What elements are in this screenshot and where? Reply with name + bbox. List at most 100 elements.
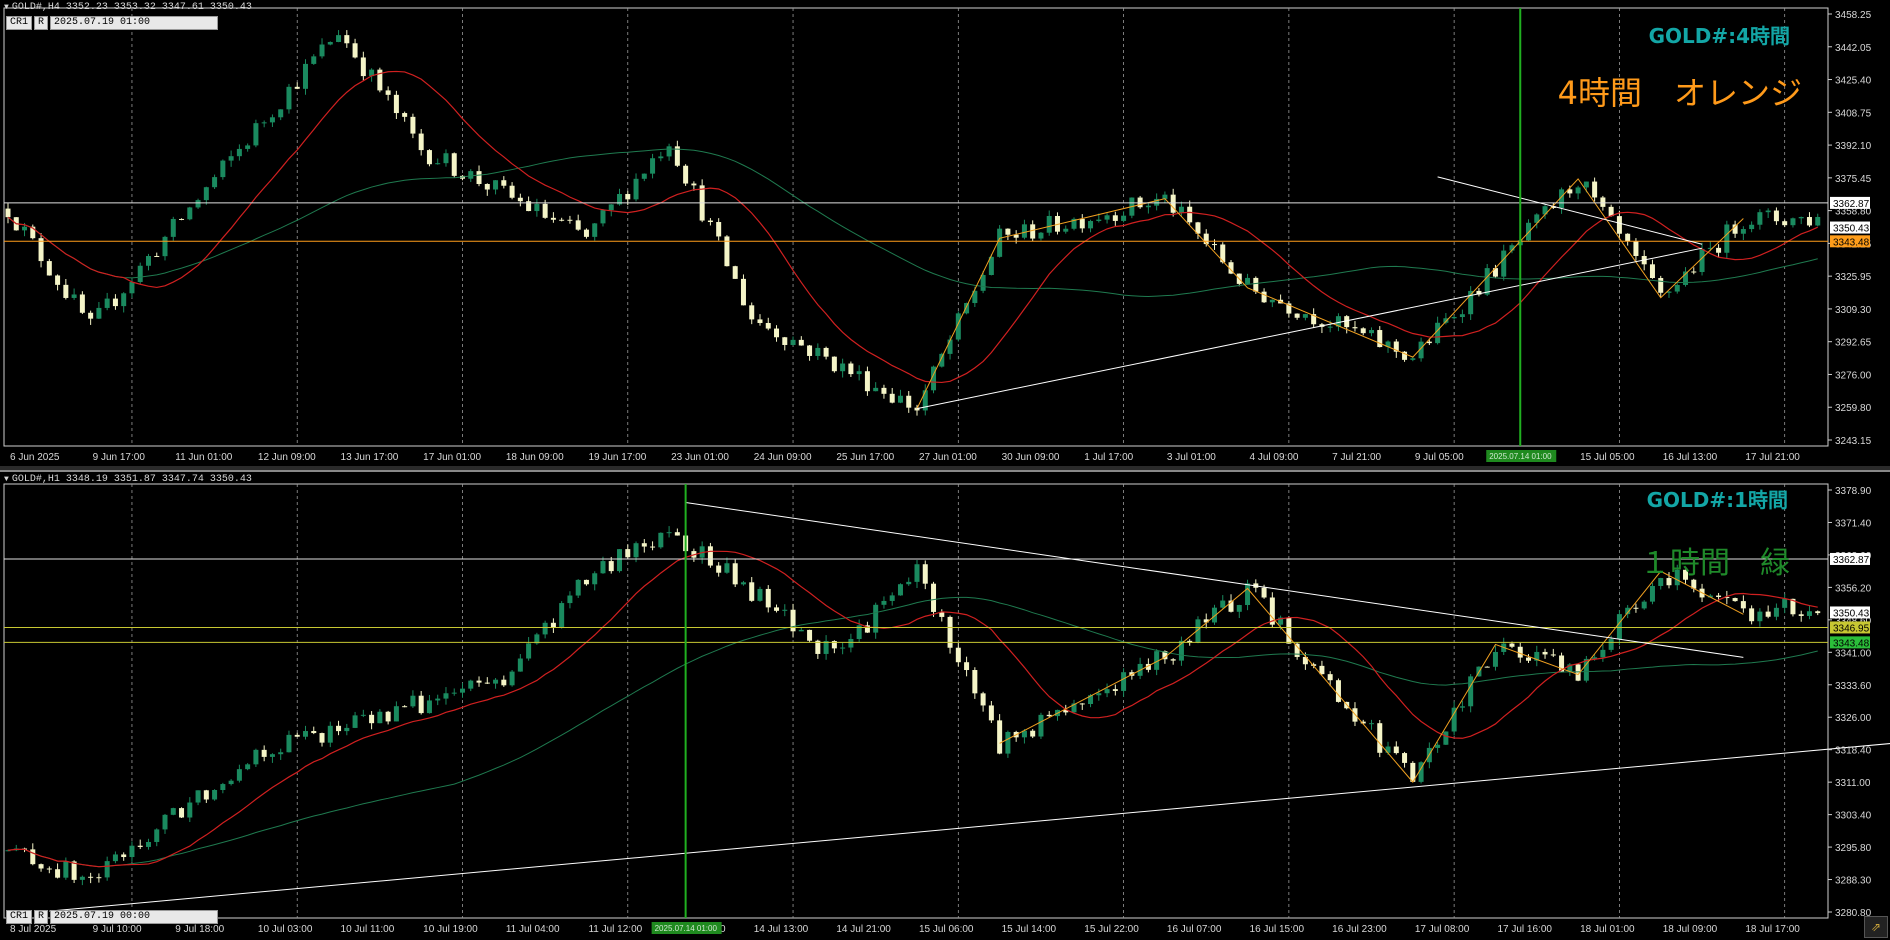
h1-time-label: 10 Jul 19:00 [423, 924, 478, 935]
h1-ma-fast-line [7, 550, 1818, 868]
h1-candle [774, 607, 780, 611]
h1-candle [1294, 643, 1300, 657]
h4-price-label: 3392.10 [1835, 141, 1872, 152]
h4-candle [641, 173, 647, 179]
h1-candle [145, 841, 151, 847]
h4-candle [840, 363, 846, 372]
h1-time-label: 8 Jul 2025 [10, 924, 57, 935]
h1-candle [344, 727, 350, 732]
h4-candle [848, 363, 854, 375]
h4-time-label: 17 Jun 01:00 [423, 452, 481, 463]
h4-candle [1145, 205, 1151, 208]
h1-candle [1765, 611, 1771, 617]
h4-time-label: 15 Jul 05:00 [1580, 452, 1635, 463]
h1-candle [79, 876, 85, 880]
h1-candle [1261, 587, 1267, 598]
h4-candle [1269, 299, 1275, 303]
h4-time-label: 11 Jun 01:00 [175, 452, 233, 463]
h1-candle [1806, 611, 1812, 616]
h1-candle [567, 595, 573, 604]
h4-price-label: 3243.15 [1835, 436, 1872, 447]
h1-candle [112, 854, 118, 862]
h4-candle [782, 337, 788, 345]
h1-header-text: GOLD#,H1 3348.19 3351.87 3347.74 3350.43 [11, 474, 252, 485]
h1-candle [352, 715, 358, 728]
h4-candle [1798, 217, 1804, 219]
h4-candle [1749, 224, 1755, 230]
h1-candle [757, 588, 763, 601]
h4-price-label: 3325.95 [1835, 272, 1872, 283]
h4-candle [881, 387, 887, 394]
h4-candle [567, 219, 573, 221]
h4-candle [1253, 277, 1259, 292]
h1-candle [154, 829, 160, 842]
h1-candle [1749, 608, 1755, 622]
h4-candle [79, 294, 85, 313]
h4-candle [1773, 210, 1779, 222]
h1-candle [1459, 706, 1465, 708]
h4-candle [1369, 330, 1374, 334]
h1-candle [1393, 746, 1399, 754]
h4-candle [220, 160, 226, 178]
h1-candle [261, 749, 267, 757]
h4-candle [1501, 250, 1507, 277]
h1-candle [674, 532, 680, 536]
h1-time-label: 18 Jul 17:00 [1745, 924, 1800, 935]
collapse-triangle-icon[interactable]: ▼ [4, 475, 9, 484]
h1-chart-canvas[interactable]: 3378.903371.403363.603356.203348.603341.… [0, 472, 1890, 940]
h1-candle [236, 769, 242, 781]
h4-candle [1658, 278, 1664, 293]
h4-candle [435, 163, 441, 165]
h1-candle [1245, 583, 1251, 606]
h4-candle [319, 44, 325, 57]
h1-candle [162, 814, 168, 830]
h1-candle [1526, 657, 1532, 661]
h4-candle [278, 109, 284, 118]
h4-candle [195, 200, 201, 208]
h4-candle [1459, 314, 1465, 318]
h4-candle [22, 226, 28, 231]
h1-time-label: 9 Jul 10:00 [93, 924, 142, 935]
h1-candle [1170, 659, 1176, 661]
h1-candle [1369, 723, 1374, 725]
h1-chart-panel[interactable]: 3378.903371.403363.603356.203348.603341.… [0, 470, 1890, 940]
h1-candle [1815, 611, 1821, 614]
h1-candle [1286, 617, 1292, 644]
h4-candle [600, 210, 606, 224]
h1-candle [1517, 646, 1523, 658]
h4-chart-panel[interactable]: 3458.25 3442.05 3425.40 3408.75 3392.10 3375.… [0, 0, 1890, 468]
h4-time-label: 13 Jun 17:00 [341, 452, 399, 463]
h4-candle [534, 203, 540, 212]
h4-candle [592, 223, 598, 237]
h4-candle [352, 43, 358, 58]
h4-time-label: 17 Jul 21:00 [1745, 452, 1800, 463]
h4-trendline-0 [916, 247, 1703, 410]
h1-stamp-cr[interactable]: CR1 [6, 910, 33, 924]
h4-candle [749, 305, 755, 320]
collapse-triangle-icon[interactable]: ▼ [4, 3, 9, 12]
h1-candle [426, 700, 432, 714]
h1-candle [294, 734, 300, 737]
h4-candle [385, 90, 391, 95]
h4-time-label: 9 Jul 05:00 [1415, 452, 1464, 463]
h4-candle [658, 156, 664, 159]
h4-candle [1600, 197, 1606, 207]
scroll-chart-icon[interactable]: ⇗ [1864, 916, 1888, 938]
h4-price-label: 3458.25 [1835, 10, 1872, 21]
h4-candle [873, 387, 879, 392]
h4-candle [286, 86, 292, 110]
h1-candle [823, 641, 829, 654]
h1-candle [1385, 746, 1391, 753]
h4-stamp-r[interactable]: R [34, 16, 49, 30]
h4-symbol-label: GOLD#:4時間 [1648, 24, 1790, 48]
h1-candle [658, 532, 664, 548]
h1-time-label: 15 Jul 06:00 [919, 924, 974, 935]
h4-stamp-cr[interactable]: CR1 [6, 16, 33, 30]
h4-time-label: 3 Jul 01:00 [1167, 452, 1216, 463]
h4-candle [402, 113, 408, 117]
h1-candle [245, 764, 251, 770]
h1-stamp-r[interactable]: R [34, 910, 49, 924]
h1-candle [1782, 598, 1788, 608]
h1-candle [476, 680, 482, 683]
h4-time-label: 23 Jun 01:00 [671, 452, 729, 463]
